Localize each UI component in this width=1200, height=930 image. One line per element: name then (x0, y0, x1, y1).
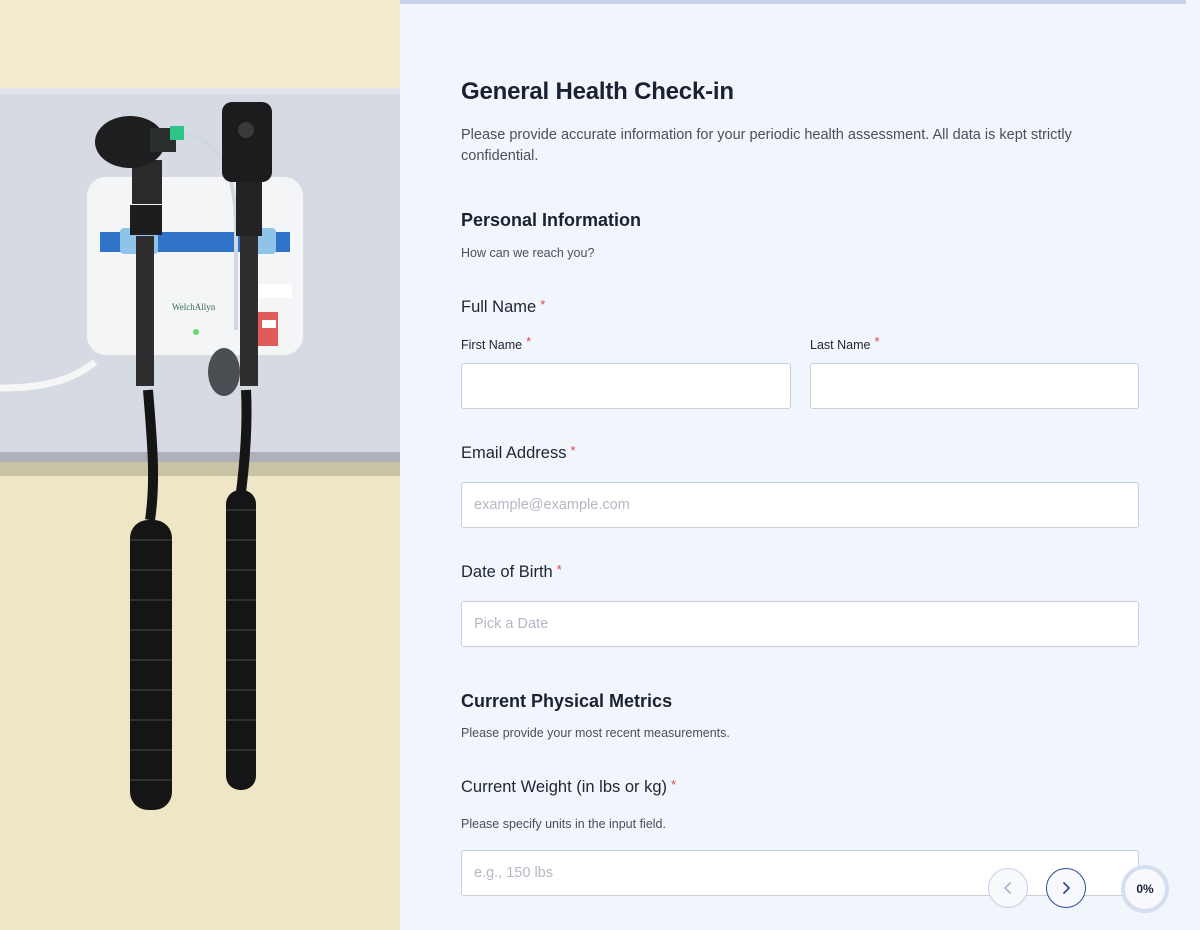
required-marker: * (556, 562, 562, 577)
brand-label: WelchAllyn (172, 302, 216, 312)
otoscope-wall-photo: WelchAllyn (0, 0, 400, 930)
dob-label: Date of Birth * (461, 562, 562, 582)
progress-strip (400, 0, 1186, 4)
form-title: General Health Check-in (461, 78, 734, 105)
weight-label-text: Current Weight (in lbs or kg) (461, 778, 668, 796)
required-marker: * (540, 297, 546, 312)
chevron-right-icon (1063, 882, 1070, 894)
first-name-input[interactable] (461, 363, 791, 409)
health-form-page: WelchAllyn General Health Check-in Pleas… (0, 0, 1200, 930)
required-marker: * (526, 334, 532, 349)
weight-input[interactable] (461, 850, 1139, 896)
email-label-text: Email Address (461, 444, 567, 462)
dob-label-text: Date of Birth (461, 563, 553, 581)
previous-button[interactable] (988, 868, 1028, 908)
required-marker: * (874, 334, 880, 349)
date-of-birth-picker[interactable] (461, 601, 1139, 647)
section-subtitle-metrics: Please provide your most recent measurem… (461, 726, 730, 740)
section-subtitle-personal: How can we reach you? (461, 246, 595, 260)
form-panel: General Health Check-in Please provide a… (400, 0, 1200, 930)
next-button[interactable] (1046, 868, 1086, 908)
last-name-input[interactable] (810, 363, 1139, 409)
diagnostic-set-photo: WelchAllyn (0, 0, 400, 930)
progress-percentage: 0% (1136, 882, 1154, 896)
section-title-metrics: Current Physical Metrics (461, 691, 673, 711)
last-name-label: Last Name * (810, 334, 880, 352)
first-name-label-text: First Name (461, 338, 523, 352)
weight-help-text: Please specify units in the input field. (461, 817, 666, 831)
full-name-label-text: Full Name (461, 298, 537, 316)
chevron-left-icon (1004, 882, 1011, 894)
email-label: Email Address * (461, 443, 576, 463)
required-marker: * (671, 777, 677, 792)
weight-label: Current Weight (in lbs or kg) * (461, 777, 677, 797)
full-name-label: Full Name * (461, 297, 546, 317)
form-description: Please provide accurate information for … (461, 127, 1072, 164)
last-name-label-text: Last Name (810, 338, 871, 352)
first-name-label: First Name * (461, 334, 532, 352)
section-title-personal: Personal Information (461, 210, 642, 230)
required-marker: * (570, 443, 576, 458)
email-input[interactable] (461, 482, 1139, 528)
